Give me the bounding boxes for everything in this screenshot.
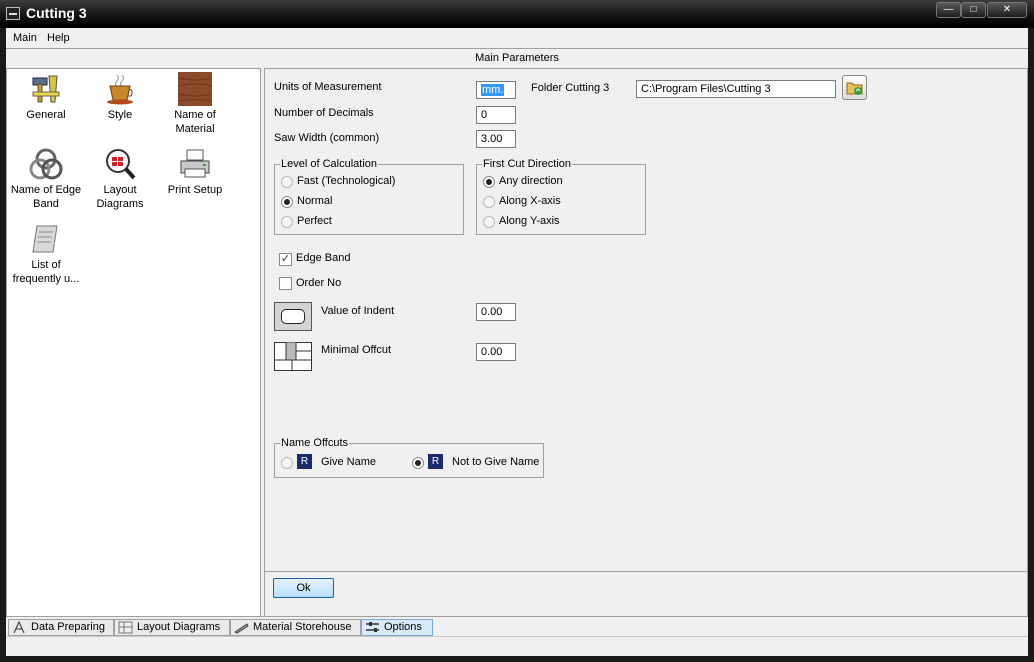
nav-item-general[interactable]: General — [9, 72, 83, 122]
minimize-button[interactable]: — — [936, 2, 961, 18]
decimals-label: Number of Decimals — [274, 107, 374, 119]
open-folder-icon — [846, 82, 863, 95]
indent-field[interactable]: 0.00 — [476, 303, 516, 321]
radio-fast[interactable] — [281, 176, 293, 188]
page-title: Main Parameters — [6, 50, 1028, 67]
nav-item-label: Layout Diagrams — [96, 184, 144, 210]
radio-any-direction[interactable] — [483, 176, 495, 188]
radio-not-give-name[interactable] — [412, 457, 424, 469]
wood-texture-icon — [177, 72, 213, 106]
edge-band-label: Edge Band — [296, 252, 351, 264]
radio-along-y[interactable] — [483, 216, 495, 228]
window-client: Main Help Main Parameters General Style … — [6, 28, 1028, 656]
options-tools-icon — [366, 622, 379, 632]
nav-item-label: Style — [107, 109, 133, 121]
nav-item-frequently-used[interactable]: List of frequently u... — [9, 222, 83, 286]
minimal-offcut-field[interactable]: 0.00 — [476, 343, 516, 361]
browse-folder-button[interactable] — [842, 75, 867, 100]
offcut-name-badge-icon: R — [297, 454, 312, 469]
layout-grid-icon — [118, 621, 133, 634]
nav-item-print-setup[interactable]: Print Setup — [158, 147, 232, 197]
units-label: Units of Measurement — [274, 81, 382, 93]
main-parameters-panel: Units of Measurement mm. Folder Cutting … — [264, 68, 1028, 618]
edge-band-icon — [29, 147, 63, 181]
name-offcuts-group: Name Offcuts R Give Name R Not to Give N… — [274, 437, 544, 478]
level-of-calculation-group: Level of Calculation Fast (Technological… — [274, 158, 464, 235]
minimal-offcut-label: Minimal Offcut — [321, 344, 392, 356]
tab-label: Layout Diagrams — [137, 621, 221, 633]
saw-icon — [234, 623, 249, 634]
nav-item-name-of-material[interactable]: Name of Material — [158, 72, 232, 136]
tab-material-storehouse[interactable]: Material Storehouse — [230, 619, 361, 636]
radio-normal[interactable] — [281, 196, 293, 208]
tab-label: Material Storehouse — [253, 621, 352, 633]
menu-bar: Main Help — [6, 28, 1028, 49]
radio-perfect[interactable] — [281, 216, 293, 228]
nav-item-layout-diagrams[interactable]: Layout Diagrams — [83, 147, 157, 211]
saw-width-label: Saw Width (common) — [274, 132, 380, 144]
order-no-checkbox[interactable] — [279, 277, 292, 290]
maximize-button[interactable]: □ — [961, 2, 986, 18]
scroll-icon — [29, 222, 63, 256]
bottom-tab-bar: Data Preparing Layout Diagrams Material … — [6, 616, 1028, 636]
printer-icon — [178, 147, 212, 181]
edge-band-checkbox[interactable]: ✓ — [279, 253, 292, 266]
menu-main[interactable]: Main — [13, 32, 37, 44]
nav-item-name-of-edge-band[interactable]: Name of Edge Band — [9, 147, 83, 211]
nav-item-label: General — [26, 109, 66, 121]
nav-item-label: Name of Edge Band — [10, 184, 82, 210]
compass-icon — [13, 621, 25, 634]
radio-give-name-label: Give Name — [321, 456, 377, 468]
ok-button[interactable]: Ok — [273, 578, 334, 598]
title-bar: Cutting 3 — □ ✕ — [0, 0, 1034, 28]
tab-label: Options — [384, 621, 422, 633]
coffee-cup-icon — [103, 72, 137, 106]
close-button[interactable]: ✕ — [987, 2, 1027, 18]
radio-not-give-name-label: Not to Give Name — [452, 456, 540, 468]
first-cut-direction-group: First Cut Direction Any direction Along … — [476, 158, 646, 235]
tab-label: Data Preparing — [31, 621, 105, 633]
offcut-name-badge-icon: R — [428, 454, 443, 469]
tools-icon — [29, 72, 63, 106]
group-title: First Cut Direction — [482, 158, 573, 170]
decimals-field[interactable]: 0 — [476, 106, 516, 124]
group-title: Name Offcuts — [280, 437, 350, 449]
layout-magnifier-icon — [103, 147, 137, 181]
nav-item-label: Print Setup — [167, 184, 223, 196]
folder-path-field[interactable]: C:\Program Files\Cutting 3 — [636, 80, 836, 98]
units-value: mm. — [481, 84, 505, 96]
radio-along-x[interactable] — [483, 196, 495, 208]
radio-any-direction-label: Any direction — [499, 175, 563, 187]
units-field[interactable]: mm. — [476, 81, 516, 99]
radio-fast-label: Fast (Technological) — [297, 175, 396, 187]
tab-options[interactable]: Options — [361, 619, 433, 636]
order-no-label: Order No — [296, 277, 342, 289]
minimal-offcut-icon — [274, 342, 312, 371]
window-title: Cutting 3 — [26, 5, 87, 21]
status-bar — [6, 636, 1028, 656]
indent-icon — [274, 302, 312, 331]
dialog-button-bar — [265, 571, 1027, 617]
nav-item-style[interactable]: Style — [83, 72, 157, 122]
options-nav-panel: General Style Name of Material Name of E… — [6, 68, 261, 618]
system-menu-icon[interactable] — [6, 7, 20, 20]
radio-along-x-label: Along X-axis — [499, 195, 561, 207]
tab-data-preparing[interactable]: Data Preparing — [8, 619, 114, 636]
radio-normal-label: Normal — [297, 195, 333, 207]
nav-item-label: List of frequently u... — [12, 259, 80, 285]
radio-perfect-label: Perfect — [297, 215, 332, 227]
group-title: Level of Calculation — [280, 158, 379, 170]
menu-help[interactable]: Help — [47, 32, 70, 44]
indent-label: Value of Indent — [321, 305, 395, 317]
folder-label: Folder Cutting 3 — [531, 82, 610, 94]
radio-give-name[interactable] — [281, 457, 293, 469]
nav-item-label: Name of Material — [174, 109, 216, 135]
tab-layout-diagrams[interactable]: Layout Diagrams — [114, 619, 230, 636]
radio-along-y-label: Along Y-axis — [499, 215, 560, 227]
saw-width-field[interactable]: 3.00 — [476, 130, 516, 148]
